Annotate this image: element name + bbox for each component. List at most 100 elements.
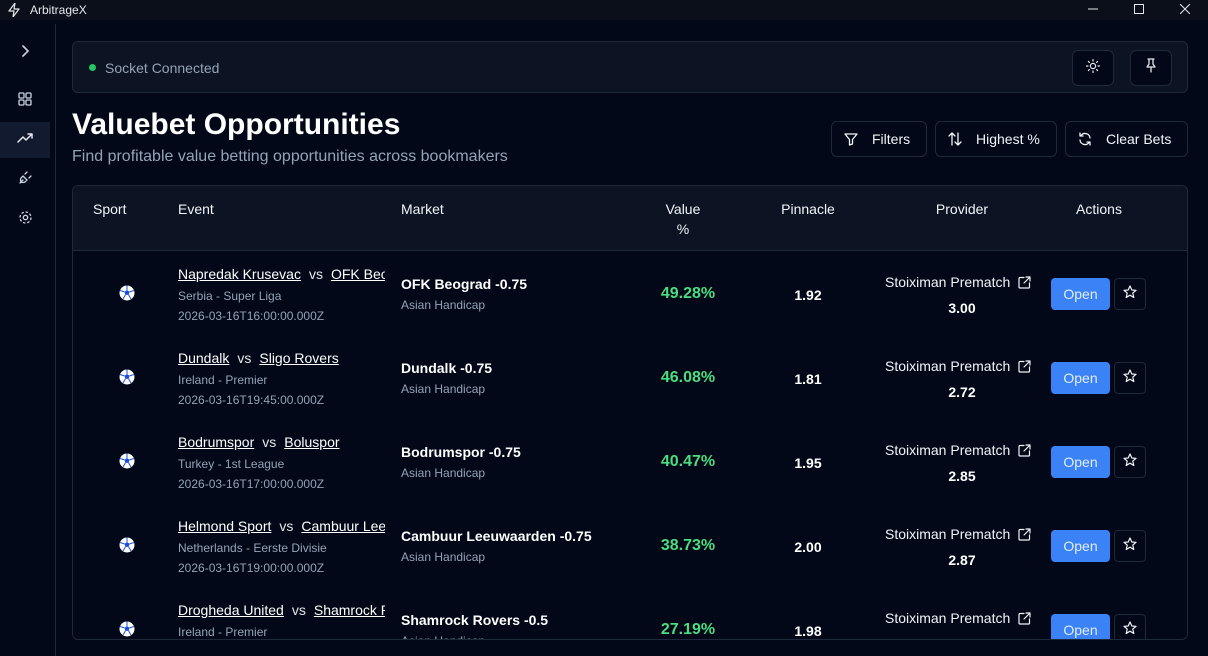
- clear-bets-button[interactable]: Clear Bets: [1065, 121, 1188, 157]
- table-row: Bodrumspor vs Boluspor Turkey - 1st League…: [73, 419, 1187, 503]
- versus-label: vs: [262, 434, 277, 450]
- column-header-provider: Provider: [935, 201, 989, 217]
- sidebar-item-dashboard[interactable]: [0, 83, 50, 119]
- value-percent: 40.47%: [660, 453, 716, 470]
- value-percent: 38.73%: [660, 537, 716, 554]
- table-row: Napredak Krusevac vs OFK Beograd Serbia - …: [73, 251, 1187, 335]
- star-icon: [1123, 284, 1137, 304]
- home-team-link[interactable]: Helmond Sport: [178, 518, 271, 534]
- soccer-ball-icon: [119, 453, 135, 469]
- event-teams: Bodrumspor vs Boluspor: [178, 434, 385, 450]
- external-link-icon: [1018, 359, 1031, 373]
- column-header-actions: Actions: [1076, 201, 1122, 217]
- star-icon: [1123, 536, 1137, 556]
- market-name: Cambuur Leeuwaarden -0.75: [401, 528, 592, 544]
- dashboard-icon: [18, 91, 32, 111]
- column-header-value-line2: %: [676, 221, 690, 237]
- away-team-link[interactable]: Cambuur Leeuwaarden: [301, 518, 385, 534]
- value-percent: 27.19%: [660, 621, 716, 638]
- provider-link[interactable]: Stoiximan Prematch: [885, 274, 1031, 290]
- event-time: 2026-03-16T19:45:00.000Z: [178, 393, 325, 407]
- event-league: Turkey - 1st League: [178, 457, 285, 471]
- provider-link[interactable]: Stoiximan Prematch: [885, 358, 1031, 374]
- sidebar: [0, 24, 56, 656]
- table-row: Dundalk vs Sligo Rovers Ireland - Premier …: [73, 335, 1187, 419]
- favorite-button[interactable]: [1114, 614, 1146, 639]
- pinnacle-odds: 1.95: [794, 455, 822, 471]
- connection-status-text: Socket Connected: [105, 60, 220, 76]
- open-button[interactable]: Open: [1051, 362, 1110, 394]
- sidebar-item-valuebets[interactable]: [0, 122, 50, 158]
- market-name: Dundalk -0.75: [401, 360, 493, 376]
- sidebar-expand-button[interactable]: [0, 35, 50, 71]
- favorite-button[interactable]: [1114, 278, 1146, 310]
- favorite-button[interactable]: [1114, 362, 1146, 394]
- plug-icon: [18, 170, 32, 190]
- page-title: Valuebet Opportunities: [72, 108, 401, 141]
- market-type: Asian Handicap: [401, 298, 486, 312]
- favorite-button[interactable]: [1114, 530, 1146, 562]
- away-team-link[interactable]: Shamrock Rovers: [314, 602, 385, 618]
- event-time: 2026-03-16T17:00:00.000Z: [178, 477, 325, 491]
- provider-odds: 3.00: [948, 300, 976, 316]
- connection-status-bar: Socket Connected: [72, 41, 1188, 93]
- external-link-icon: [1018, 443, 1031, 457]
- favorite-button[interactable]: [1114, 446, 1146, 478]
- open-button[interactable]: Open: [1051, 530, 1110, 562]
- market-type: Asian Handicap: [401, 634, 485, 639]
- sort-highest-button[interactable]: Highest %: [935, 121, 1057, 157]
- event-league: Ireland - Premier: [178, 373, 268, 387]
- away-team-link[interactable]: Sligo Rovers: [259, 350, 338, 366]
- maximize-button[interactable]: [1116, 0, 1162, 20]
- sort-arrows-icon: [948, 132, 962, 146]
- gear-icon: [18, 210, 33, 230]
- provider-name: Stoiximan Prematch: [885, 358, 1011, 374]
- table-row: Drogheda United vs Shamrock Rovers Ireland…: [73, 587, 1187, 639]
- event-time: 2026-03-16T19:00:00.000Z: [178, 561, 325, 575]
- status-indicator-dot: [89, 64, 96, 71]
- table-row: Helmond Sport vs Cambuur Leeuwaarden Nethe…: [73, 503, 1187, 587]
- column-header-pinnacle: Pinnacle: [781, 201, 835, 217]
- versus-label: vs: [279, 518, 294, 534]
- open-button[interactable]: Open: [1051, 446, 1110, 478]
- provider-link[interactable]: Stoiximan Prematch: [885, 442, 1031, 458]
- open-button[interactable]: Open: [1051, 614, 1110, 639]
- value-percent: 49.28%: [660, 285, 716, 302]
- provider-link[interactable]: Stoiximan Prematch: [885, 526, 1031, 542]
- sidebar-item-settings[interactable]: [0, 202, 50, 238]
- maximize-icon: [1134, 1, 1144, 19]
- market-type: Asian Handicap: [401, 466, 486, 480]
- soccer-ball-icon: [119, 621, 135, 637]
- home-team-link[interactable]: Napredak Krusevac: [178, 266, 301, 282]
- sidebar-item-connections[interactable]: [0, 162, 50, 198]
- event-teams: Helmond Sport vs Cambuur Leeuwaarden: [178, 518, 385, 534]
- filters-label: Filters: [872, 131, 911, 147]
- home-team-link[interactable]: Drogheda United: [178, 602, 284, 618]
- pinnacle-odds: 2.00: [794, 539, 822, 555]
- away-team-link[interactable]: OFK Beograd: [331, 266, 385, 282]
- theme-toggle-button[interactable]: [1072, 50, 1114, 86]
- provider-name: Stoiximan Prematch: [885, 274, 1011, 290]
- away-team-link[interactable]: Boluspor: [284, 434, 339, 450]
- filters-button[interactable]: Filters: [831, 121, 927, 157]
- market-type: Asian Handicap: [401, 550, 486, 564]
- page-subtitle: Find profitable value betting opportunit…: [72, 148, 508, 165]
- pin-window-button[interactable]: [1130, 50, 1172, 86]
- home-team-link[interactable]: Dundalk: [178, 350, 229, 366]
- column-header-market: Market: [401, 201, 444, 217]
- column-header-event: Event: [178, 201, 214, 217]
- home-team-link[interactable]: Bodrumspor: [178, 434, 254, 450]
- external-link-icon: [1018, 275, 1031, 289]
- minimize-button[interactable]: [1070, 0, 1116, 20]
- provider-odds: 2.87: [948, 552, 976, 568]
- clear-bets-label: Clear Bets: [1106, 131, 1172, 147]
- soccer-ball-icon: [119, 537, 135, 553]
- close-icon: [1179, 1, 1191, 19]
- open-button[interactable]: Open: [1051, 278, 1110, 310]
- provider-link[interactable]: Stoiximan Prematch: [885, 610, 1031, 626]
- provider-name: Stoiximan Prematch: [885, 610, 1011, 626]
- soccer-ball-icon: [119, 369, 135, 385]
- event-league: Ireland - Premier: [178, 625, 268, 639]
- close-button[interactable]: [1162, 0, 1208, 20]
- star-icon: [1123, 368, 1137, 388]
